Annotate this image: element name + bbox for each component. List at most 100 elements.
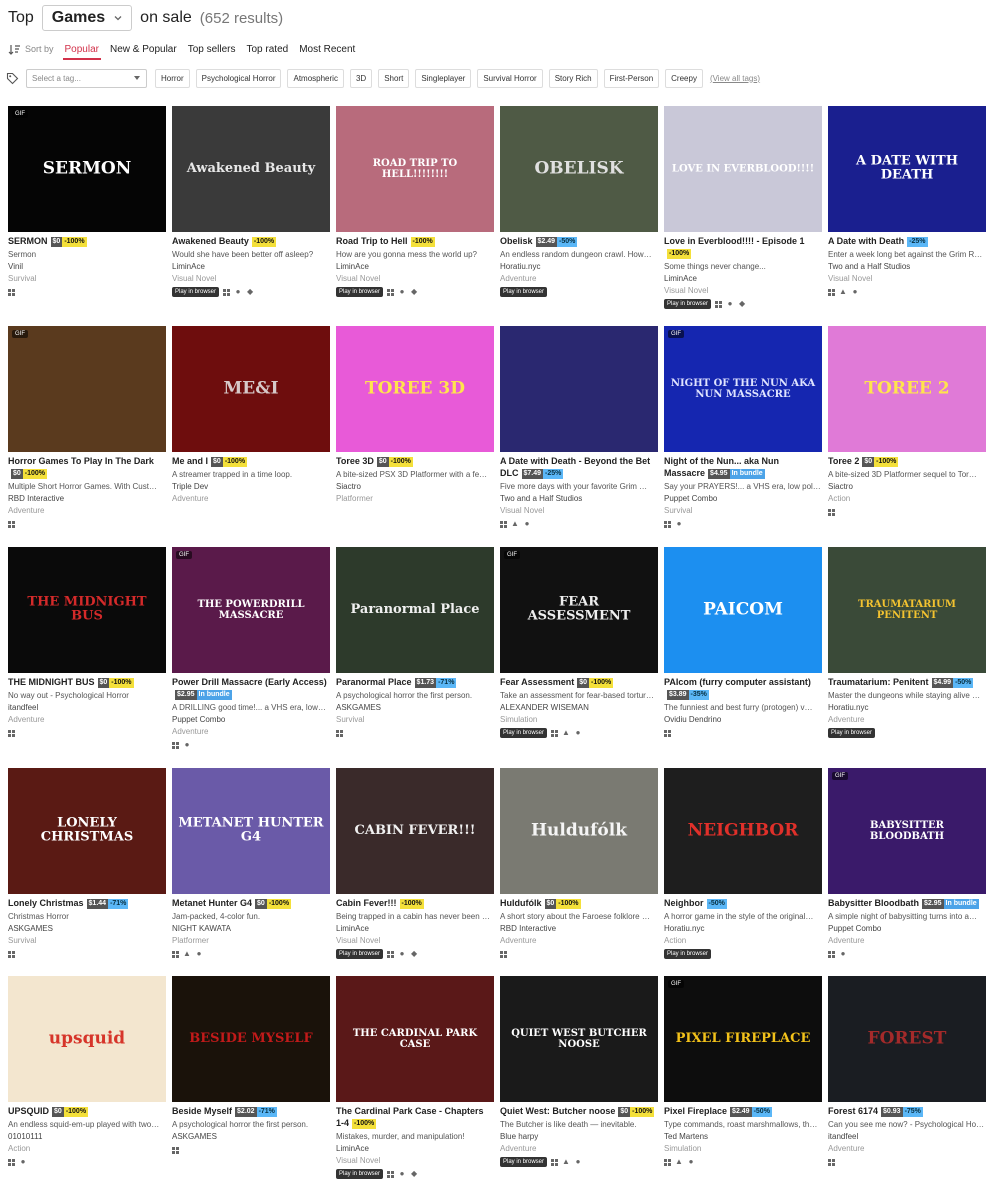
game-card[interactable]: Paranormal Place Paranormal Place $1.73 -71… <box>336 547 494 738</box>
tag-chip-3d[interactable]: 3D <box>349 68 373 88</box>
tag-chip-creepy[interactable]: Creepy <box>665 68 703 88</box>
tag-chip-psychological-horror[interactable]: Psychological Horror <box>195 68 282 88</box>
game-author[interactable]: ASKGAMES <box>8 923 166 935</box>
game-cover-image[interactable]: FEAR ASSESSMENT GIF <box>500 547 658 673</box>
game-cover-image[interactable]: CABIN FEVER!!! <box>336 768 494 894</box>
game-cover-image[interactable]: LOVE IN EVERBLOOD!!!! <box>664 106 822 232</box>
game-cover-image[interactable]: PAICOM <box>664 547 822 673</box>
game-cover-image[interactable]: METANET HUNTER G4 <box>172 768 330 894</box>
game-title[interactable]: Horror Games To Play In The Dark <box>8 456 154 466</box>
game-author[interactable]: RBD Interactive <box>8 493 166 505</box>
game-cover-image[interactable]: Huldufólk <box>500 768 658 894</box>
game-card[interactable]: FEAR ASSESSMENT GIF Fear Assessment $0 -100%… <box>500 547 658 738</box>
game-author[interactable]: 01010111 <box>8 1131 166 1143</box>
game-card[interactable]: BABYSITTER BLOODBATH GIF Babysitter Bloodb… <box>828 768 986 959</box>
tag-select-input[interactable]: Select a tag... <box>26 68 147 88</box>
game-author[interactable]: itandfeel <box>8 702 166 714</box>
game-title[interactable]: Traumatarium: Penitent <box>828 677 929 687</box>
game-author[interactable]: Horatiu.nyc <box>500 261 658 273</box>
game-title[interactable]: Neighbor <box>664 898 704 908</box>
game-author[interactable]: LiminAce <box>336 261 494 273</box>
game-author[interactable]: LiminAce <box>336 1143 494 1155</box>
game-title[interactable]: THE MIDNIGHT BUS <box>8 677 95 687</box>
game-title[interactable]: PAIcom (furry computer assistant) <box>664 677 811 687</box>
tag-chip-horror[interactable]: Horror <box>155 68 190 88</box>
game-cover-image[interactable]: TRAUMATARIUM PENITENT <box>828 547 986 673</box>
game-card[interactable]: PIXEL FIREPLACE GIF Pixel Fireplace $2.49 -5… <box>664 976 822 1167</box>
game-cover-image[interactable]: TOREE 2 <box>828 326 986 452</box>
game-card[interactable]: THE CARDINAL PARK CASE The Cardinal Park … <box>336 976 494 1179</box>
game-author[interactable]: Horatiu.nyc <box>828 702 986 714</box>
game-author[interactable]: Puppet Combo <box>828 923 986 935</box>
game-card[interactable]: TOREE 2 Toree 2 $0 -100% A bite-sized 3D Pla… <box>828 326 986 517</box>
game-card[interactable]: ME&I Me and I $0 -100% A streamer trapped in… <box>172 326 330 505</box>
game-title[interactable]: Metanet Hunter G4 <box>172 898 252 908</box>
game-author[interactable]: LiminAce <box>336 923 494 935</box>
game-author[interactable]: Horatiu.nyc <box>664 923 822 935</box>
game-author[interactable]: ASKGAMES <box>336 702 494 714</box>
game-author[interactable]: Siactro <box>336 481 494 493</box>
game-author[interactable]: ASKGAMES <box>172 1131 330 1143</box>
sort-option-top-rated[interactable]: Top rated <box>245 44 291 55</box>
game-cover-image[interactable]: ROAD TRIP TO HELL!!!!!!!! <box>336 106 494 232</box>
game-card[interactable]: METANET HUNTER G4 Metanet Hunter G4 $0 -100… <box>172 768 330 959</box>
game-title[interactable]: Forest 6174 <box>828 1106 878 1116</box>
game-card[interactable]: OBELISK Obelisk $2.49 -50% An endless random… <box>500 106 658 297</box>
game-author[interactable]: LiminAce <box>172 261 330 273</box>
game-cover-image[interactable]: THE MIDNIGHT BUS <box>8 547 166 673</box>
game-title[interactable]: Pixel Fireplace <box>664 1106 727 1116</box>
view-all-tags-link[interactable]: (View all tags) <box>710 74 760 83</box>
game-title[interactable]: Babysitter Bloodbath <box>828 898 919 908</box>
game-author[interactable]: Puppet Combo <box>664 493 822 505</box>
sort-option-most-recent[interactable]: Most Recent <box>297 44 357 55</box>
game-title[interactable]: Awakened Beauty <box>172 236 249 246</box>
game-author[interactable]: Vinil <box>8 261 166 273</box>
game-title[interactable]: Cabin Fever!!! <box>336 898 397 908</box>
game-title[interactable]: Fear Assessment <box>500 677 574 687</box>
game-cover-image[interactable]: THE CARDINAL PARK CASE <box>336 976 494 1102</box>
game-title[interactable]: Me and I <box>172 456 208 466</box>
game-cover-image[interactable]: PIXEL FIREPLACE GIF <box>664 976 822 1102</box>
type-dropdown[interactable]: Games <box>41 5 133 31</box>
game-card[interactable]: NEIGHBOR Neighbor -50% A horror game in the… <box>664 768 822 959</box>
game-cover-image[interactable]: BABYSITTER BLOODBATH GIF <box>828 768 986 894</box>
tag-chip-atmospheric[interactable]: Atmospheric <box>287 68 344 88</box>
game-card[interactable]: THE MIDNIGHT BUS THE MIDNIGHT BUS $0 -100% N… <box>8 547 166 738</box>
game-cover-image[interactable]: TOREE 3D <box>336 326 494 452</box>
game-title[interactable]: Lonely Christmas <box>8 898 84 908</box>
game-title[interactable]: SERMON <box>8 236 48 246</box>
sort-option-popular[interactable]: Popular <box>62 44 102 60</box>
game-card[interactable]: A DATE WITH DEATH A Date with Death -25% En… <box>828 106 986 297</box>
game-title[interactable]: Love in Everblood!!!! - Episode 1 <box>664 236 805 246</box>
game-title[interactable]: Quiet West: Butcher noose <box>500 1106 615 1116</box>
game-title[interactable]: Beside Myself <box>172 1106 232 1116</box>
game-title[interactable]: Obelisk <box>500 236 533 246</box>
game-author[interactable]: Two and a Half Studios <box>828 261 986 273</box>
game-cover-image[interactable]: THE POWERDRILL MASSACRE GIF <box>172 547 330 673</box>
game-card[interactable]: Huldufólk Huldufólk $0 -100% A short story a… <box>500 768 658 959</box>
game-cover-image[interactable] <box>500 326 658 452</box>
game-cover-image[interactable]: NIGHT OF THE NUN AKA NUN MASSACRE GIF <box>664 326 822 452</box>
game-card[interactable]: ROAD TRIP TO HELL!!!!!!!! Road Trip to He… <box>336 106 494 297</box>
game-card[interactable]: TOREE 3D Toree 3D $0 -100% A bite-sized PSX … <box>336 326 494 505</box>
sort-option-top-sellers[interactable]: Top sellers <box>186 44 238 55</box>
game-author[interactable]: Triple Dev <box>172 481 330 493</box>
tag-chip-first-person[interactable]: First-Person <box>603 68 660 88</box>
game-card[interactable]: Awakened Beauty Awakened Beauty -100% Would… <box>172 106 330 297</box>
game-cover-image[interactable]: upsquid <box>8 976 166 1102</box>
game-author[interactable]: Two and a Half Studios <box>500 493 658 505</box>
game-author[interactable]: LiminAce <box>664 273 822 285</box>
game-card[interactable]: GIF Horror Games To Play In The Dark $0 -10… <box>8 326 166 529</box>
tag-chip-singleplayer[interactable]: Singleplayer <box>415 68 472 88</box>
game-cover-image[interactable]: QUIET WEST BUTCHER NOOSE <box>500 976 658 1102</box>
game-card[interactable]: CABIN FEVER!!! Cabin Fever!!! -100% Being t… <box>336 768 494 959</box>
game-card[interactable]: LOVE IN EVERBLOOD!!!! Love in Everblood!!… <box>664 106 822 309</box>
game-author[interactable]: Puppet Combo <box>172 714 330 726</box>
game-author[interactable]: NIGHT KAWATA <box>172 923 330 935</box>
game-card[interactable]: FOREST Forest 6174 $0.93 -75% Can you see me… <box>828 976 986 1167</box>
game-title[interactable]: UPSQUID <box>8 1106 49 1116</box>
game-cover-image[interactable]: ME&I <box>172 326 330 452</box>
game-cover-image[interactable]: LONELY CHRISTMAS <box>8 768 166 894</box>
game-title[interactable]: Road Trip to Hell <box>336 236 408 246</box>
game-card[interactable]: upsquid UPSQUID $0 -100% An endless squid-em… <box>8 976 166 1167</box>
